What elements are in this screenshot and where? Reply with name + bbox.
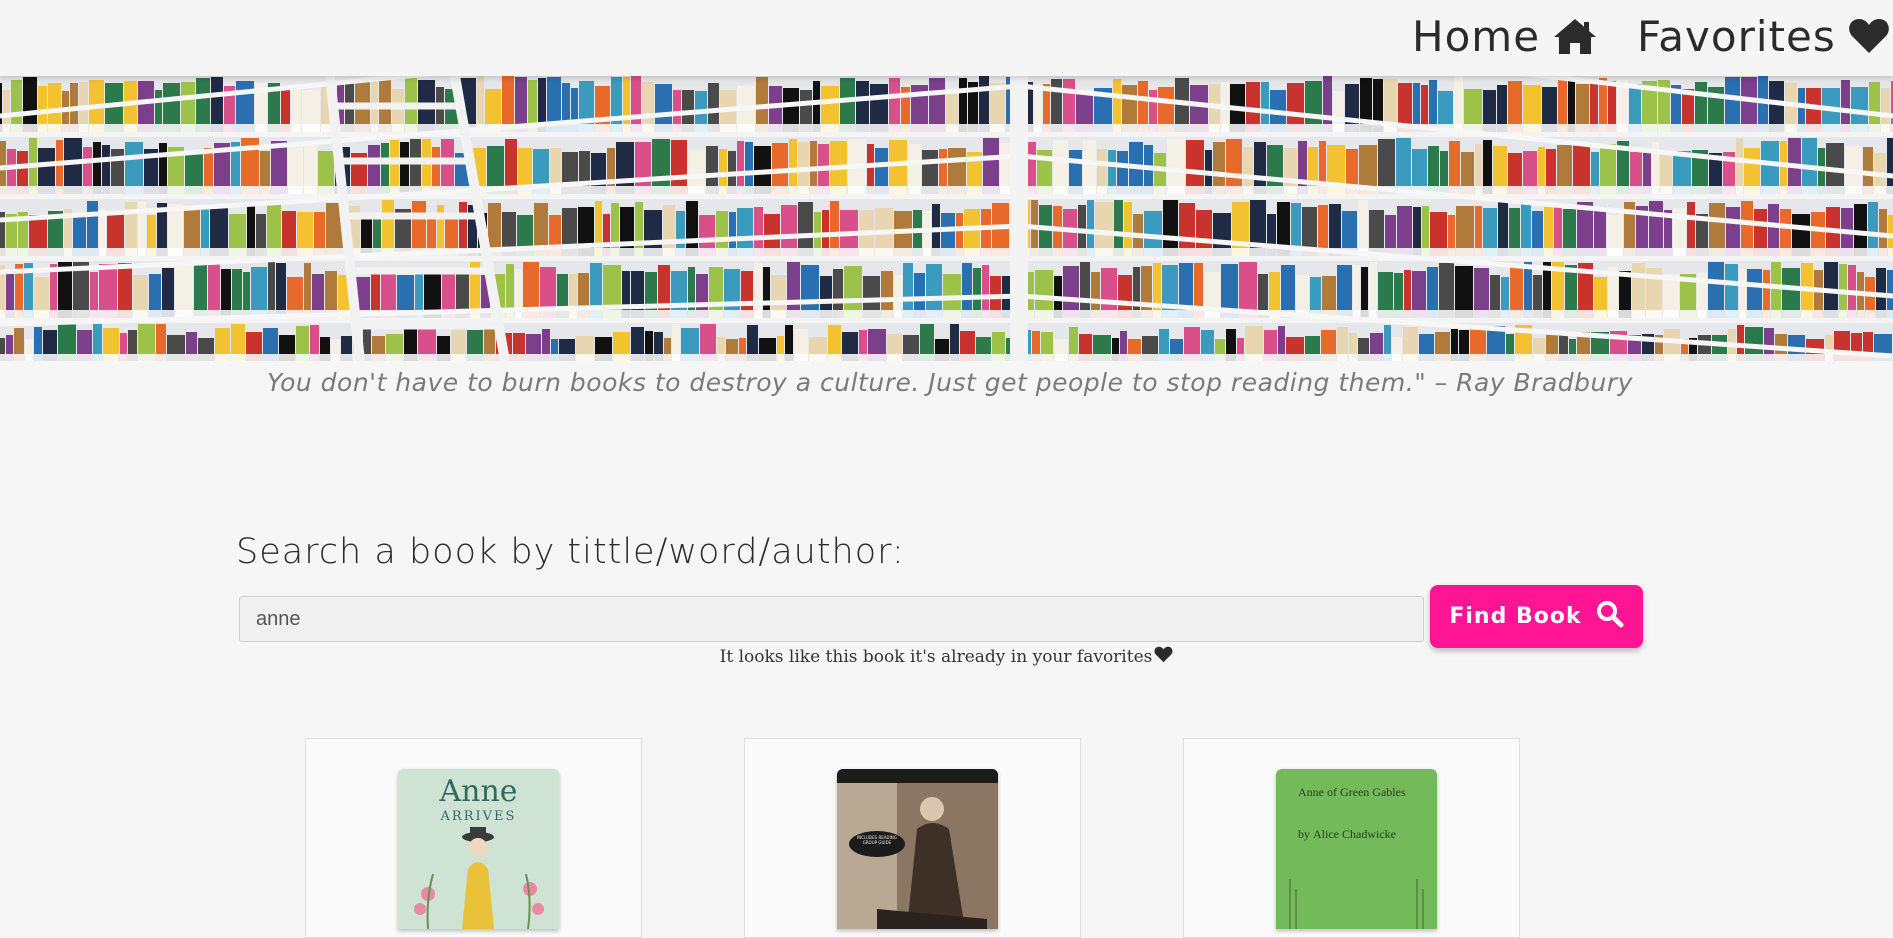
search-label: Search a book by tittle/word/author: <box>236 532 905 572</box>
home-icon <box>1552 17 1598 55</box>
nav-home-link[interactable]: Home <box>1412 8 1598 64</box>
nav-favorites-label: Favorites <box>1637 11 1836 61</box>
cover-photo <box>837 769 998 929</box>
cover-decoration <box>1289 879 1424 929</box>
cover-illustration <box>414 827 544 929</box>
cover-badge: INCLUDES READING GROUP GUIDE <box>857 835 897 845</box>
nav-favorites-link[interactable]: Favorites <box>1637 8 1890 64</box>
top-navbar: Home Favorites <box>0 0 1893 76</box>
heart-icon <box>1154 646 1173 668</box>
book-cover-image[interactable]: Anne of Green Gables by Alice Chadwicke <box>1276 769 1437 929</box>
nav-home-label: Home <box>1412 11 1541 61</box>
book-card[interactable]: Anne ARRIVES <box>305 738 642 938</box>
search-icon <box>1596 600 1624 634</box>
book-cover-image[interactable]: Anne ARRIVES <box>398 769 559 929</box>
book-cover-image[interactable]: INCLUDES READING GROUP GUIDE <box>837 769 998 929</box>
heart-icon <box>1848 18 1890 54</box>
search-input[interactable] <box>239 596 1424 642</box>
favorites-notice-text: It looks like this book it's already in … <box>719 647 1153 667</box>
book-card[interactable]: Anne of Green Gables by Alice Chadwicke <box>1183 738 1520 938</box>
find-book-button[interactable]: Find Book <box>1430 585 1643 648</box>
book-card[interactable]: INCLUDES READING GROUP GUIDE <box>744 738 1081 938</box>
hero-quote: You don't have to burn books to destroy … <box>267 368 1633 397</box>
find-book-label: Find Book <box>1449 604 1582 629</box>
hero-bookshelf-image <box>0 76 1893 361</box>
favorites-notice: It looks like this book it's already in … <box>0 646 1893 668</box>
